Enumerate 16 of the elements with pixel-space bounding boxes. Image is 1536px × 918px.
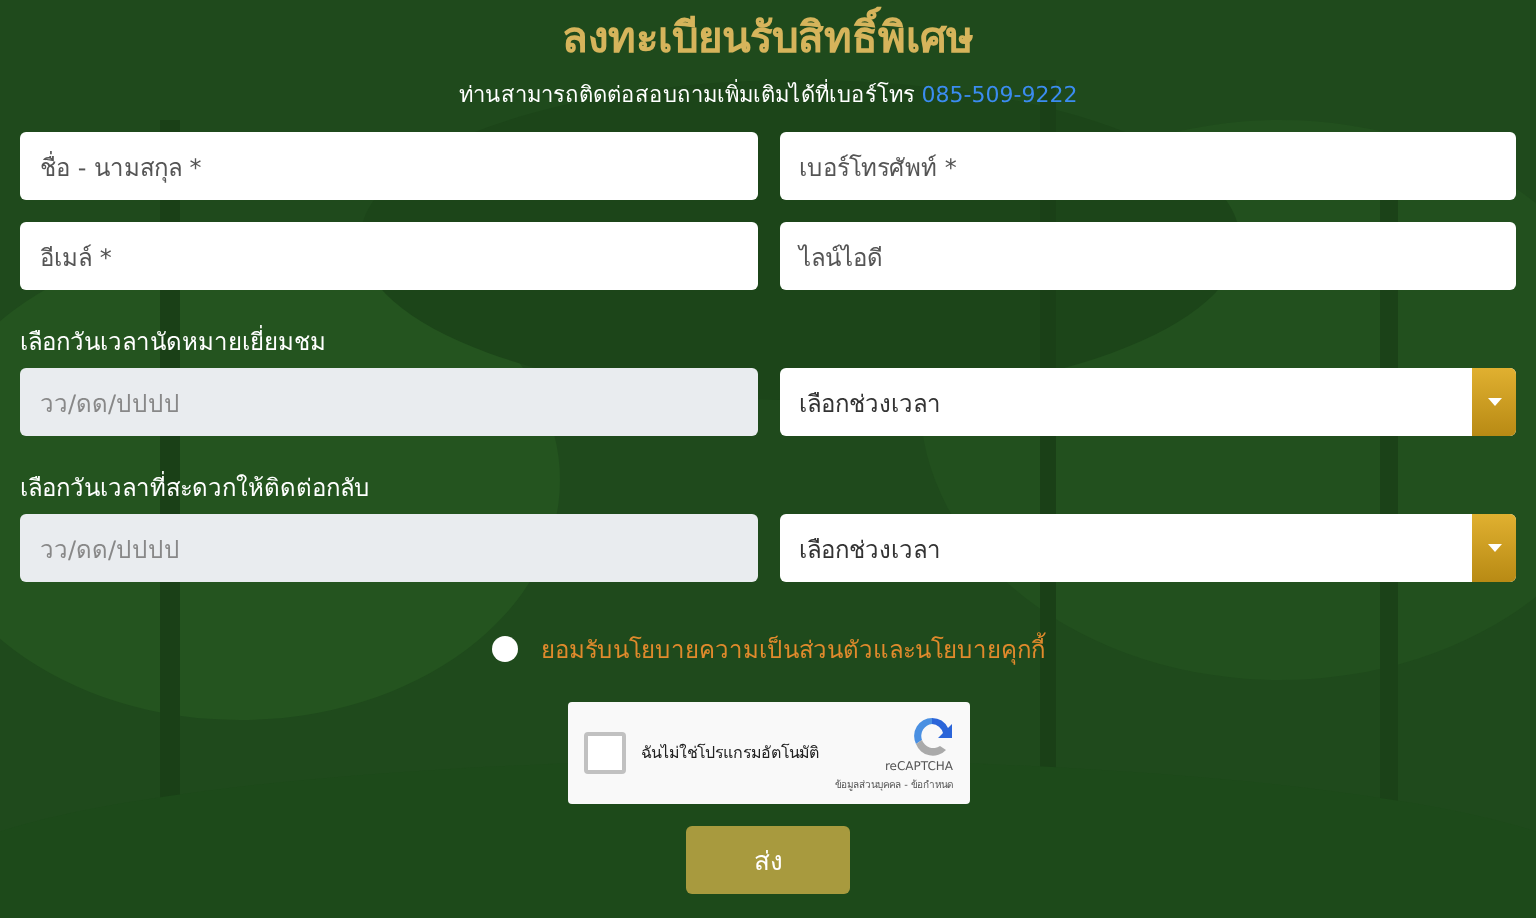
- input-field[interactable]: ชื่อ - นามสกุล *: [20, 132, 757, 200]
- field-label: เลือกวันเวลานัดหมายเยี่ยมชม: [20, 326, 328, 358]
- captcha-label: ฉันไม่ใช่โปรแกรมอัตโนมัติ: [641, 741, 820, 766]
- time-select[interactable]: เลือกช่วงเวลา: [779, 514, 1516, 582]
- captcha-logo-icon: [909, 714, 953, 758]
- contact-text: ท่านสามารถติดต่อสอบถามเพิ่มเติมได้ที่เบอร์โทร: [458, 82, 915, 108]
- caret-icon: [1472, 514, 1516, 582]
- input-field[interactable]: ไลน์ไอดี: [779, 222, 1516, 290]
- input-field[interactable]: เบอร์โทรศัพท์ *: [779, 132, 1516, 200]
- field-label: เลือกวันเวลาที่สะดวกให้ติดต่อกลับ: [20, 472, 372, 504]
- consent-label: ยอมรับนโยบายความเป็นส่วนตัวและนโยบายคุกกี้: [541, 630, 1045, 668]
- captcha-checkbox[interactable]: [583, 732, 625, 774]
- input-field[interactable]: อีเมล์ *: [20, 222, 757, 290]
- form-title: ลงทะเบียนรับสิทธิ์พิเศษ: [20, 8, 1516, 68]
- time-select[interactable]: เลือกช่วงเวลา: [779, 368, 1516, 436]
- caret-icon: [1472, 368, 1516, 436]
